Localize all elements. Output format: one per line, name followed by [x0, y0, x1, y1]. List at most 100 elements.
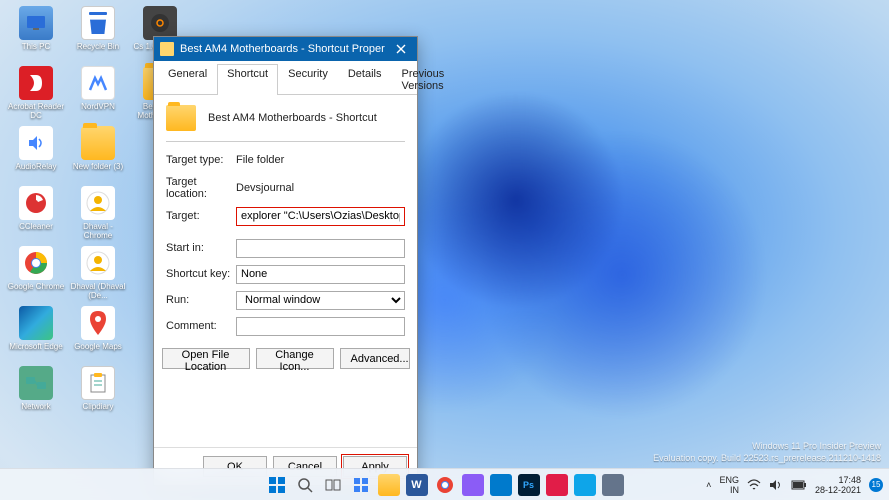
run-label: Run: — [166, 294, 236, 306]
item-name: Best AM4 Motherboards - Shortcut — [208, 112, 377, 124]
desktop-icon-audiorelay[interactable]: AudioRelay — [6, 126, 66, 184]
watermark-line2: Evaluation copy. Build 22523.rs_prerelea… — [653, 452, 881, 464]
comment-label: Comment: — [166, 320, 236, 332]
volume-icon[interactable] — [769, 479, 783, 491]
open-file-location-button[interactable]: Open File Location — [162, 348, 250, 369]
google-maps-icon — [81, 306, 115, 340]
widgets-icon[interactable] — [350, 474, 372, 496]
google-chrome-icon — [19, 246, 53, 280]
change-icon-button[interactable]: Change Icon... — [256, 348, 334, 369]
desktop-icon-label: CCleaner — [19, 222, 53, 231]
recycle-bin-icon — [81, 6, 115, 40]
shortcut-key-label: Shortcut key: — [166, 268, 236, 280]
start-in-input[interactable] — [236, 239, 405, 258]
clipdiary-icon — [81, 366, 115, 400]
desktop-icon-label: Google Chrome — [8, 282, 64, 291]
tab-details[interactable]: Details — [338, 64, 392, 95]
advanced-button[interactable]: Advanced... — [340, 348, 410, 369]
desktop-icon-acrobat[interactable]: Acrobat Reader DC — [6, 66, 66, 124]
wifi-icon[interactable] — [747, 479, 761, 491]
folder-icon — [160, 42, 174, 56]
taskbar-center: W Ps — [266, 474, 624, 496]
explorer-icon[interactable] — [378, 474, 400, 496]
vscode-icon[interactable] — [490, 474, 512, 496]
task-view-icon[interactable] — [322, 474, 344, 496]
target-location-value: Devsjournal — [236, 182, 405, 194]
target-input[interactable] — [236, 207, 405, 226]
network-icon — [19, 366, 53, 400]
tab-shortcut[interactable]: Shortcut — [217, 64, 278, 95]
this-pc-icon — [19, 6, 53, 40]
desktop-icon-new-folder[interactable]: New folder (3) — [68, 126, 128, 184]
desktop-icon-ccleaner[interactable]: CCleaner — [6, 186, 66, 244]
nordvpn-icon — [81, 66, 115, 100]
desktop-icon-label: Acrobat Reader DC — [7, 102, 65, 120]
desktop-icon-label: Dhaval (Dhaval (De... — [69, 282, 127, 300]
target-type-label: Target type: — [166, 154, 236, 166]
audiorelay-icon — [19, 126, 53, 160]
shortcut-key-input[interactable] — [236, 265, 405, 284]
tab-previous-versions[interactable]: Previous Versions — [391, 64, 454, 95]
target-type-value: File folder — [236, 154, 405, 166]
properties-dialog: Best AM4 Motherboards - Shortcut Propert… — [153, 36, 418, 486]
photoshop-icon[interactable]: Ps — [518, 474, 540, 496]
desktop-icon-clipdiary[interactable]: Clipdiary — [68, 366, 128, 424]
desktop-icon-dhaval-default[interactable]: Dhaval (Dhaval (De... — [68, 246, 128, 304]
start-button[interactable] — [266, 474, 288, 496]
system-tray[interactable]: ˄ ENG IN 17:48 28-12-2021 15 — [706, 475, 883, 495]
target-label: Target: — [166, 210, 236, 222]
language-indicator[interactable]: ENG IN — [719, 475, 739, 495]
desktop-icon-google-chrome[interactable]: Google Chrome — [6, 246, 66, 304]
desktop-icon-label: New folder (3) — [73, 162, 123, 171]
desktop[interactable]: This PCRecycle BinCs 1.6 OriginalAcrobat… — [0, 0, 889, 500]
watermark: Windows 11 Pro Insider Preview Evaluatio… — [653, 440, 881, 464]
cs-original-icon — [143, 6, 177, 40]
battery-icon[interactable] — [791, 480, 807, 490]
desktop-icon-recycle-bin[interactable]: Recycle Bin — [68, 6, 128, 64]
desktop-icon-label: Google Maps — [74, 342, 122, 351]
desktop-icon-label: Microsoft Edge — [9, 342, 62, 351]
app2-icon[interactable] — [546, 474, 568, 496]
folder-icon — [166, 105, 196, 131]
dhaval-default-icon — [81, 246, 115, 280]
desktop-icon-label: Clipdiary — [82, 402, 113, 411]
dialog-titlebar[interactable]: Best AM4 Motherboards - Shortcut Propert… — [154, 37, 417, 61]
watermark-line1: Windows 11 Pro Insider Preview — [653, 440, 881, 452]
run-select[interactable]: Normal window — [236, 291, 405, 310]
word-icon[interactable]: W — [406, 474, 428, 496]
dialog-title: Best AM4 Motherboards - Shortcut Propert… — [180, 43, 385, 55]
ms-edge-icon — [19, 306, 53, 340]
dialog-tabs: GeneralShortcutSecurityDetailsPrevious V… — [154, 61, 417, 95]
dhaval-chrome-icon — [81, 186, 115, 220]
notification-badge[interactable]: 15 — [869, 478, 883, 492]
search-icon[interactable] — [294, 474, 316, 496]
chevron-up-icon[interactable]: ˄ — [706, 480, 711, 490]
desktop-icon-ms-edge[interactable]: Microsoft Edge — [6, 306, 66, 364]
ccleaner-icon — [19, 186, 53, 220]
desktop-icon-google-maps[interactable]: Google Maps — [68, 306, 128, 364]
clock[interactable]: 17:48 28-12-2021 — [815, 475, 861, 495]
chrome-icon[interactable] — [434, 474, 456, 496]
tab-security[interactable]: Security — [278, 64, 338, 95]
dialog-body: Best AM4 Motherboards - Shortcut Target … — [154, 95, 417, 377]
close-icon[interactable] — [391, 39, 411, 59]
app4-icon[interactable] — [602, 474, 624, 496]
desktop-icon-label: This PC — [22, 42, 50, 51]
new-folder-icon — [81, 126, 115, 160]
acrobat-icon — [19, 66, 53, 100]
desktop-icon-label: Recycle Bin — [77, 42, 119, 51]
comment-input[interactable] — [236, 317, 405, 336]
app3-icon[interactable] — [574, 474, 596, 496]
desktop-icon-nordvpn[interactable]: NordVPN — [68, 66, 128, 124]
desktop-icon-dhaval-chrome[interactable]: Dhaval - Chrome — [68, 186, 128, 244]
start-in-label: Start in: — [166, 242, 236, 254]
desktop-icon-this-pc[interactable]: This PC — [6, 6, 66, 64]
desktop-icon-network[interactable]: Network — [6, 366, 66, 424]
target-location-label: Target location: — [166, 176, 236, 200]
desktop-icon-label: Network — [21, 402, 50, 411]
tab-general[interactable]: General — [158, 64, 217, 95]
desktop-icon-label: AudioRelay — [16, 162, 57, 171]
app-icon[interactable] — [462, 474, 484, 496]
desktop-icon-label: Dhaval - Chrome — [69, 222, 127, 240]
taskbar[interactable]: W Ps ˄ ENG IN 17:48 28-12-2021 15 — [0, 468, 889, 500]
